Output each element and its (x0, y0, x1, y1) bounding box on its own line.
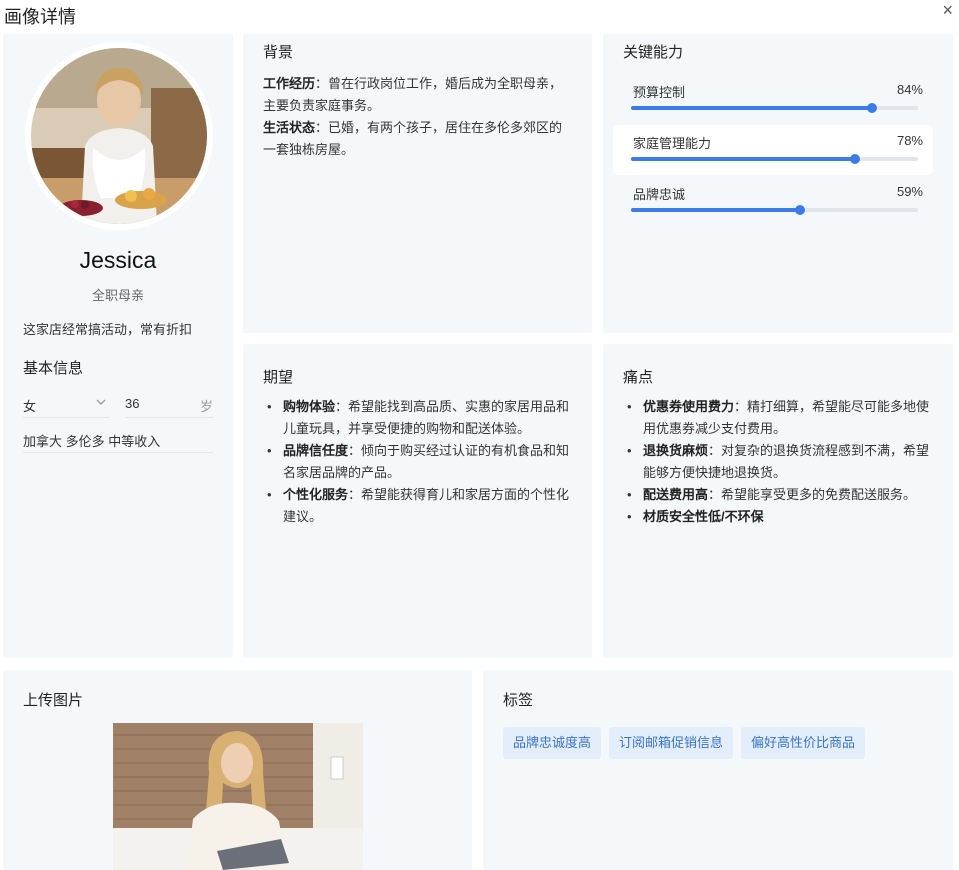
tags-card: 标签 品牌忠诚度高 订阅邮箱促销信息 偏好高性价比商品 (483, 670, 953, 870)
ability-label: 预算控制 (633, 85, 686, 100)
background-life-label: 生活状态 (263, 120, 316, 135)
uploaded-photo (113, 723, 363, 870)
chevron-down-icon (95, 396, 107, 411)
tag[interactable]: 品牌忠诚度高 (503, 727, 602, 759)
pain-label: 优惠券使用费力 (643, 399, 735, 414)
ability-row[interactable]: 品牌忠诚 59% (613, 176, 933, 226)
avatar (31, 48, 207, 224)
background-life: 生活状态：已婚，有两个孩子，居住在多伦多郊区的一套独栋房屋。 (263, 117, 574, 161)
list-item: 品牌信任度：倾向于购买经过认证的有机食品和知名家居品牌的产品。 (267, 440, 576, 484)
ability-row[interactable]: 家庭管理能力 78% (613, 125, 933, 175)
expectation-label: 品牌信任度 (283, 443, 349, 458)
list-item: 退换货麻烦：对复杂的退换货流程感到不满，希望能够方便快捷地退换货。 (627, 440, 937, 484)
persona-slogan: 这家店经常搞活动，常有折扣 (23, 322, 193, 337)
tag[interactable]: 订阅邮箱促销信息 (609, 727, 734, 759)
ability-bar-handle[interactable] (849, 154, 860, 164)
ability-label: 家庭管理能力 (633, 136, 712, 151)
abilities-card: 关键能力 预算控制 84% 家庭管理能力 78% 品牌忠诚 59% (603, 34, 953, 333)
gender-select[interactable]: 女 (23, 396, 109, 418)
persona-name: Jessica (79, 247, 157, 273)
avatar-image (31, 48, 207, 224)
ability-bar-handle[interactable] (795, 205, 806, 215)
pain-label: 退换货麻烦 (643, 443, 709, 458)
pain-points-title: 痛点 (623, 369, 654, 386)
gender-value: 女 (23, 399, 37, 414)
pain-label: 配送费用高 (643, 487, 709, 502)
ability-bar-handle[interactable] (867, 103, 878, 113)
ability-bar (631, 154, 918, 164)
expectations-title: 期望 (263, 369, 294, 386)
ability-bar (631, 103, 918, 113)
close-icon[interactable]: × (942, 0, 953, 21)
background-card: 背景 工作经历：曾在行政岗位工作，婚后成为全职母亲，主要负责家庭事务。 生活状态… (243, 34, 592, 333)
background-work-label: 工作经历 (263, 76, 316, 91)
pain-points-card: 痛点 优惠券使用费力：精打细算，希望能尽可能多地使用优惠券减少支付费用。 退换货… (603, 344, 953, 658)
ability-bar (631, 205, 918, 215)
ability-value: 59% (896, 184, 923, 199)
uploaded-image[interactable] (113, 723, 363, 870)
abilities-title: 关键能力 (623, 44, 684, 61)
location-income-input[interactable]: 加拿大 多伦多 中等收入 (23, 431, 213, 453)
background-work: 工作经历：曾在行政岗位工作，婚后成为全职母亲，主要负责家庭事务。 (263, 73, 574, 117)
location-income-value: 加拿大 多伦多 中等收入 (23, 434, 161, 449)
upload-card: 上传图片 (3, 670, 472, 870)
dialog-header: 画像详情 × (0, 0, 959, 30)
tag[interactable]: 偏好高性价比商品 (741, 727, 866, 759)
age-value: 36 (125, 396, 140, 411)
pain-text: ：希望能享受更多的免费配送服务。 (708, 487, 917, 502)
expectations-list: 购物体验：希望能找到高品质、实惠的家居用品和儿童玩具，并享受便捷的购物和配送体验… (267, 396, 576, 528)
pain-points-list: 优惠券使用费力：精打细算，希望能尽可能多地使用优惠券减少支付费用。 退换货麻烦：… (627, 396, 937, 528)
tag-list: 品牌忠诚度高 订阅邮箱促销信息 偏好高性价比商品 (503, 727, 866, 759)
profile-card: Jessica 全职母亲 这家店经常搞活动，常有折扣 基本信息 女 36 岁 加… (3, 34, 233, 658)
expectations-card: 期望 购物体验：希望能找到高品质、实惠的家居用品和儿童玩具，并享受便捷的购物和配… (243, 344, 592, 658)
age-input[interactable]: 36 岁 (125, 396, 213, 418)
tags-title: 标签 (503, 692, 534, 709)
ability-value: 78% (896, 133, 923, 148)
list-item: 优惠券使用费力：精打细算，希望能尽可能多地使用优惠券减少支付费用。 (627, 396, 937, 440)
ability-bar-fill (631, 208, 801, 212)
basic-info-title: 基本信息 (23, 360, 84, 377)
list-item: 材质安全性低/不环保 (627, 506, 937, 528)
ability-value: 84% (896, 82, 923, 97)
age-unit: 岁 (199, 399, 213, 414)
list-item: 配送费用高：希望能享受更多的免费配送服务。 (627, 484, 937, 506)
list-item: 个性化服务：希望能获得育儿和家居方面的个性化建议。 (267, 484, 576, 528)
list-item: 购物体验：希望能找到高品质、实惠的家居用品和儿童玩具，并享受便捷的购物和配送体验… (267, 396, 576, 440)
background-title: 背景 (263, 44, 294, 61)
ability-row[interactable]: 预算控制 84% (613, 74, 933, 124)
ability-bar-fill (631, 106, 873, 110)
expectation-label: 购物体验 (283, 399, 336, 414)
pain-label: 材质安全性低/不环保 (643, 509, 764, 524)
ability-label: 品牌忠诚 (633, 187, 686, 202)
dialog-title: 画像详情 (4, 7, 76, 27)
upload-title: 上传图片 (23, 692, 84, 709)
ability-bar-fill (631, 157, 855, 161)
expectation-label: 个性化服务 (283, 487, 349, 502)
persona-role: 全职母亲 (91, 288, 144, 303)
